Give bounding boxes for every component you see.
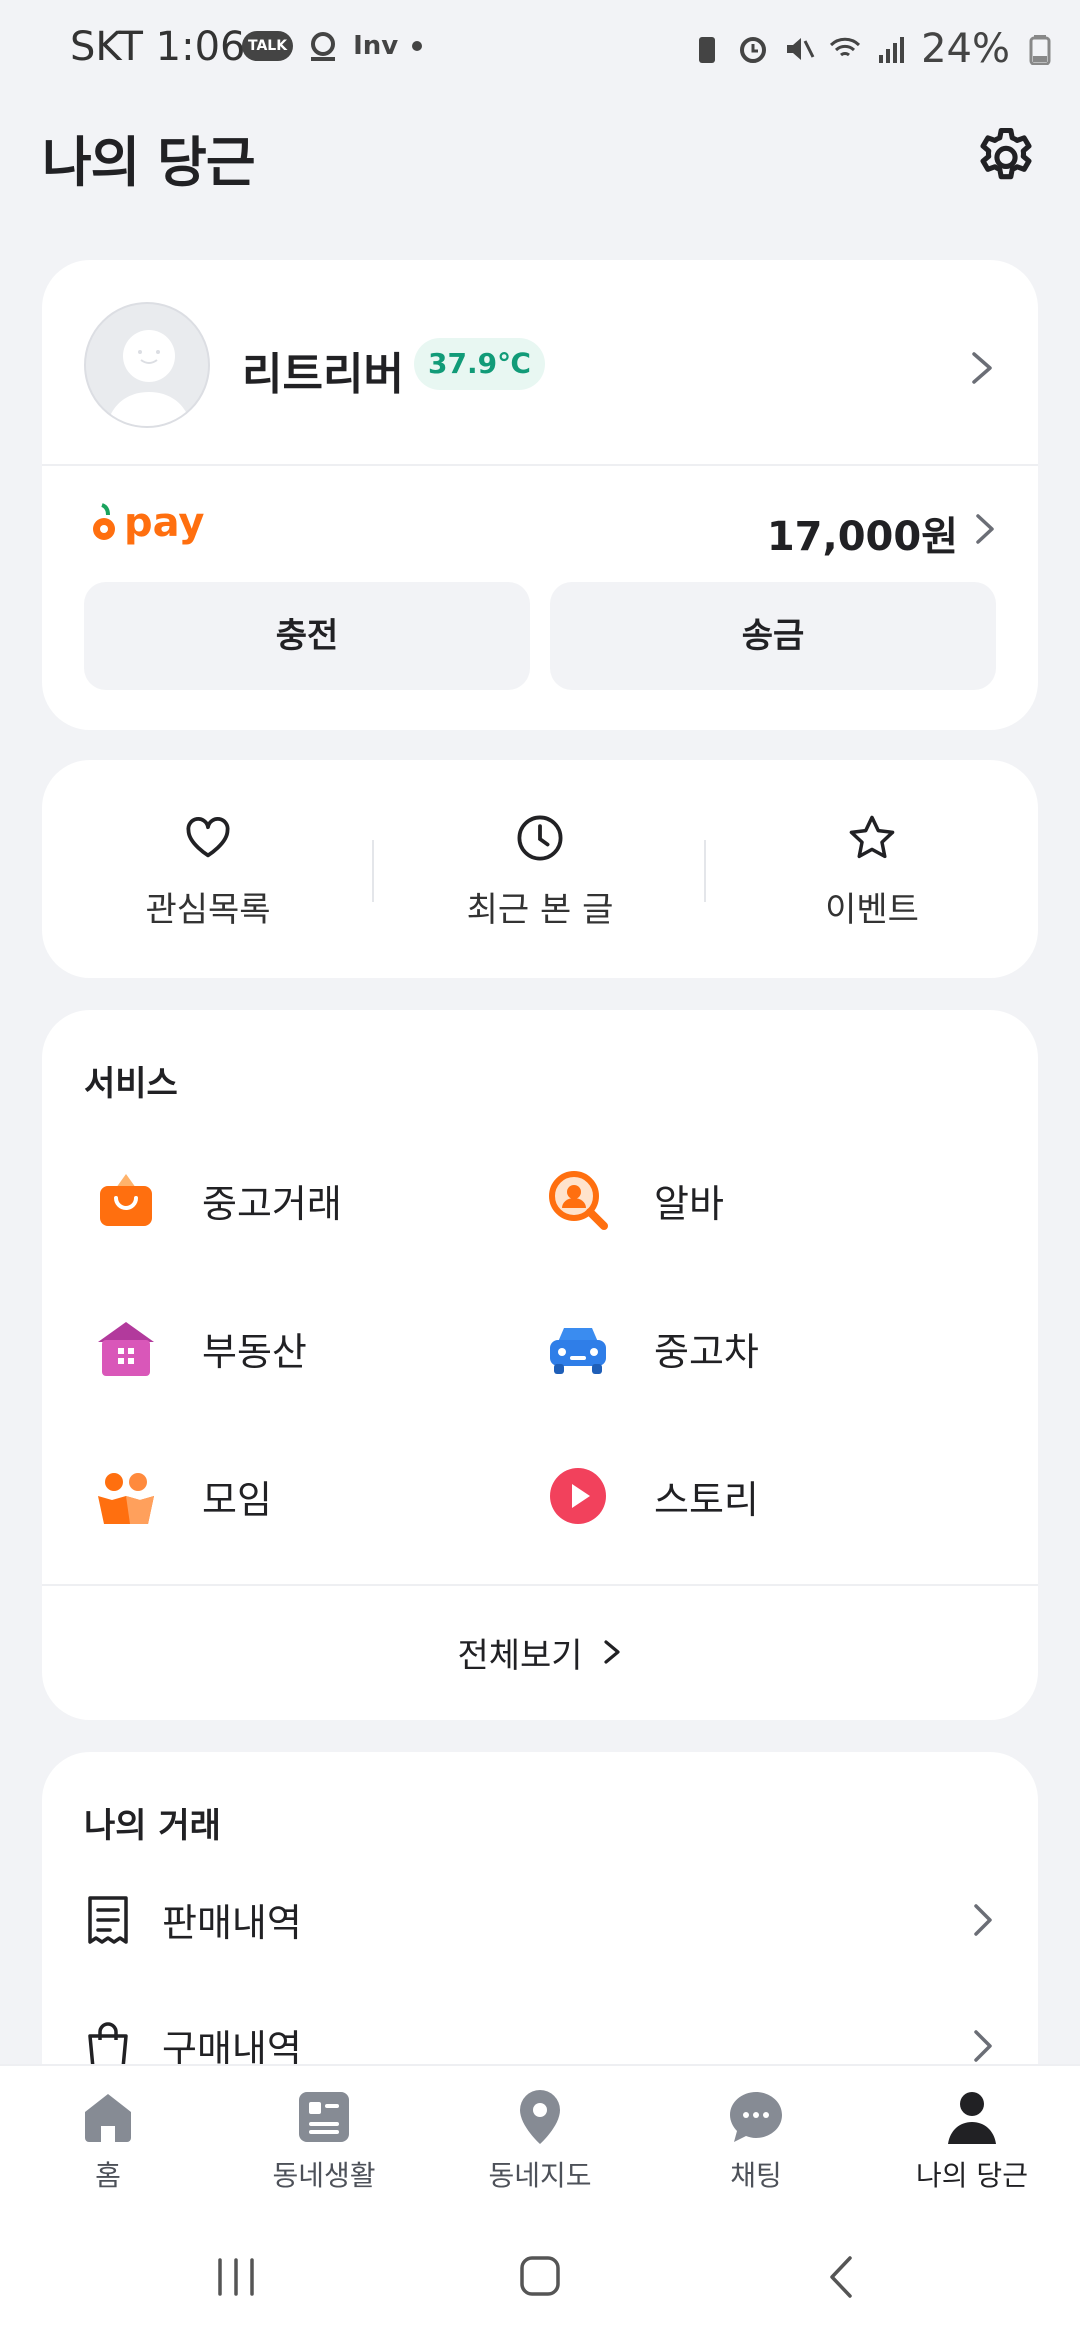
quick-link-recent[interactable]: 최근 본 글 bbox=[374, 760, 706, 978]
heart-icon bbox=[186, 817, 230, 858]
quick-link-favorites[interactable]: 관심목록 bbox=[42, 760, 374, 978]
bottom-navigation: 홈 동네생활 동네지도 채팅 나의 당근 bbox=[0, 2064, 1080, 2214]
service-real-estate[interactable]: 부동산 bbox=[94, 1316, 307, 1380]
settings-gear-icon[interactable] bbox=[972, 122, 1040, 190]
nav-chat[interactable]: 채팅 bbox=[648, 2066, 864, 2214]
chevron-right-icon bbox=[603, 1640, 620, 1664]
profile-name[interactable]: 리트리버 bbox=[242, 338, 404, 402]
recent-apps-icon[interactable] bbox=[206, 2252, 266, 2302]
community-icon bbox=[299, 2092, 349, 2142]
chevron-right-icon[interactable] bbox=[972, 512, 998, 546]
section-title: 나의 거래 bbox=[84, 1806, 221, 1846]
notification-icons: TALK Inv bbox=[242, 30, 423, 62]
charge-button[interactable]: 충전 bbox=[84, 582, 530, 690]
home-button-icon[interactable] bbox=[510, 2252, 570, 2302]
job-search-icon bbox=[549, 1171, 608, 1230]
chat-icon bbox=[730, 2092, 782, 2142]
app-notification-icon bbox=[311, 32, 336, 61]
receipt-icon bbox=[88, 1895, 128, 1944]
clock-icon bbox=[517, 815, 563, 861]
service-group[interactable]: 모임 bbox=[94, 1464, 272, 1528]
page-title: 나의 당근 bbox=[42, 131, 256, 194]
battery-percent: 24% bbox=[921, 26, 1010, 72]
manner-temperature-badge: 37.9℃ bbox=[414, 338, 545, 390]
more-notifications-dot bbox=[412, 41, 423, 51]
service-part-time[interactable]: 알바 bbox=[546, 1168, 724, 1232]
back-icon[interactable] bbox=[812, 2252, 872, 2302]
service-story[interactable]: 스토리 bbox=[546, 1464, 759, 1528]
services-card: 서비스 중고거래 알바 부동산 중고차 모임 스토리 전체보기 bbox=[42, 1010, 1038, 1720]
service-used-trade[interactable]: 중고거래 bbox=[94, 1168, 342, 1232]
star-icon bbox=[849, 815, 895, 859]
nav-community[interactable]: 동네생활 bbox=[216, 2066, 432, 2214]
mute-icon bbox=[787, 38, 815, 60]
chevron-right-icon bbox=[974, 2029, 992, 2062]
battery-saver-icon bbox=[699, 37, 716, 63]
alarm-icon bbox=[740, 37, 767, 63]
system-status-icons: 24% bbox=[691, 26, 1056, 72]
inv-icon: Inv bbox=[353, 31, 399, 61]
chevron-right-icon[interactable] bbox=[966, 348, 998, 388]
karrot-pay-logo: pay bbox=[90, 500, 204, 546]
quick-links-card: 관심목록 최근 본 글 이벤트 bbox=[42, 760, 1038, 978]
carrot-logo-icon bbox=[93, 503, 115, 540]
divider bbox=[42, 464, 1038, 466]
house-icon bbox=[98, 1322, 154, 1376]
battery-icon bbox=[1029, 35, 1051, 65]
map-pin-icon bbox=[520, 2090, 560, 2144]
send-money-button[interactable]: 송금 bbox=[550, 582, 996, 690]
car-icon bbox=[550, 1328, 606, 1374]
nav-home[interactable]: 홈 bbox=[0, 2066, 216, 2214]
avatar[interactable] bbox=[84, 302, 210, 428]
system-navigation-bar bbox=[0, 2214, 1080, 2340]
profile-card: 리트리버 37.9℃ pay 17,000원 충전 송금 bbox=[42, 260, 1038, 730]
wifi-icon bbox=[830, 37, 861, 57]
nav-map[interactable]: 동네지도 bbox=[432, 2066, 648, 2214]
view-all-button[interactable]: 전체보기 bbox=[42, 1584, 1038, 1720]
group-icon bbox=[98, 1473, 154, 1524]
pay-balance[interactable]: 17,000원 bbox=[767, 504, 958, 562]
default-avatar-icon bbox=[106, 330, 192, 426]
shopping-bag-icon bbox=[100, 1174, 152, 1226]
person-icon bbox=[948, 2092, 996, 2144]
status-bar: SKT 1:06 TALK Inv 24% bbox=[0, 0, 1080, 100]
kakaotalk-icon: TALK bbox=[242, 31, 294, 61]
service-used-car[interactable]: 중고차 bbox=[546, 1316, 759, 1380]
quick-link-events[interactable]: 이벤트 bbox=[706, 760, 1038, 978]
signal-icon bbox=[879, 37, 905, 63]
section-title: 서비스 bbox=[84, 1064, 178, 1104]
chevron-right-icon bbox=[974, 1903, 992, 1936]
list-item-sales-history[interactable]: 판매내역 bbox=[84, 1892, 996, 1947]
play-icon bbox=[550, 1468, 606, 1524]
nav-my-karrot[interactable]: 나의 당근 bbox=[864, 2066, 1080, 2214]
home-icon bbox=[85, 2094, 131, 2142]
status-time: SKT 1:06 bbox=[70, 24, 246, 70]
